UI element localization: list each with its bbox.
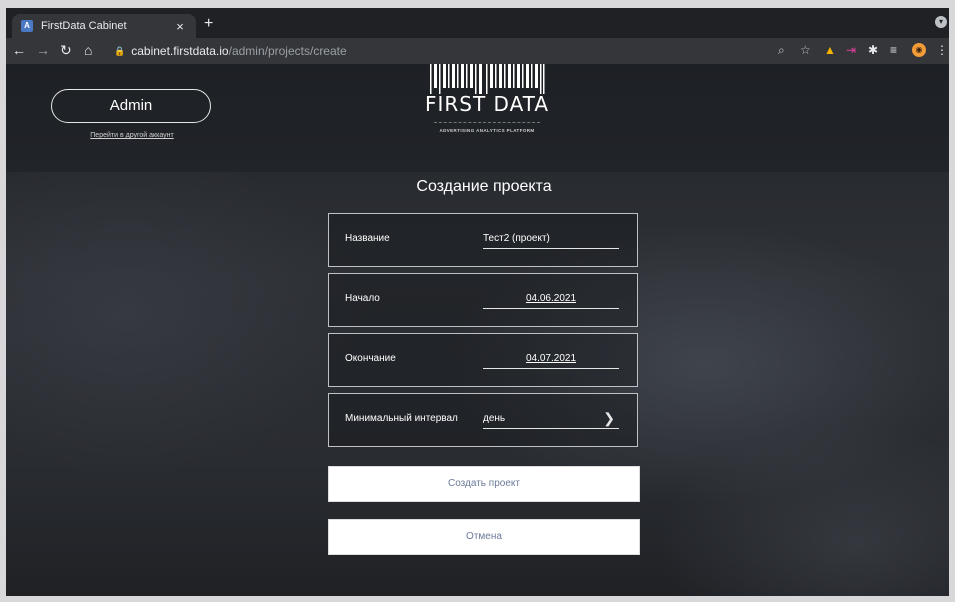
zoom-search-icon[interactable]: ⌕ xyxy=(778,42,785,58)
tab-title: FirstData Cabinet xyxy=(41,20,127,32)
field-label: Название xyxy=(345,233,390,244)
menu-kebab-icon[interactable]: ⋮ xyxy=(936,42,948,58)
field-label: Начало xyxy=(345,293,380,304)
start-date-input[interactable]: 04.06.2021 xyxy=(483,284,619,309)
new-tab-button[interactable]: + xyxy=(204,15,213,33)
profile-avatar-icon[interactable]: ◉ xyxy=(912,43,926,57)
min-interval-field: Минимальный интервал день ❯ xyxy=(328,393,638,447)
end-date-field: Окончание 04.07.2021 xyxy=(328,333,638,387)
cancel-button[interactable]: Отмена xyxy=(328,519,640,555)
barcode-logo-icon xyxy=(430,64,545,94)
drive-extension-icon[interactable]: ▲ xyxy=(824,42,836,58)
project-name-input[interactable]: Тест2 (проект) xyxy=(483,224,619,249)
start-date-field: Начало 04.06.2021 xyxy=(328,273,638,327)
logo-text: FIRST DATA xyxy=(424,92,550,116)
url-host: cabinet.firstdata.io xyxy=(131,44,229,58)
address-bar[interactable]: 🔒 cabinet.firstdata.io /admin/projects/c… xyxy=(114,40,784,62)
min-interval-value: день xyxy=(483,413,506,424)
field-label: Окончание xyxy=(345,353,396,364)
close-tab-icon[interactable]: × xyxy=(172,19,188,34)
extensions-puzzle-icon[interactable]: ✱ xyxy=(868,42,878,58)
first-data-logo: FIRST DATA ADVERTISING ANALYTICS PLATFOR… xyxy=(424,64,550,146)
switch-account-link[interactable]: Перейти в другой аккаунт xyxy=(51,132,213,139)
browser-tab[interactable]: A FirstData Cabinet × xyxy=(12,14,196,38)
lock-icon: 🔒 xyxy=(114,45,126,56)
back-arrow-icon[interactable]: ← xyxy=(12,42,26,58)
window-frame-bottom xyxy=(0,596,955,602)
logo-divider xyxy=(434,122,540,123)
field-label: Минимальный интервал xyxy=(345,413,458,424)
page-title: Создание проекта xyxy=(416,178,552,195)
forward-arrow-icon[interactable]: → xyxy=(36,42,50,58)
page-content: Admin Перейти в другой аккаунт FIRST DAT… xyxy=(6,64,949,596)
create-project-button[interactable]: Создать проект xyxy=(328,466,640,502)
reload-icon[interactable]: ↻ xyxy=(60,42,72,58)
tab-strip: A FirstData Cabinet × + ▾ xyxy=(6,8,949,38)
extension-arrow-icon[interactable]: ⇥ xyxy=(846,42,856,58)
chevron-right-icon: ❯ xyxy=(603,410,615,426)
min-interval-select[interactable]: день ❯ xyxy=(483,404,619,429)
url-path: /admin/projects/create xyxy=(228,44,347,58)
logo-subtitle: ADVERTISING ANALYTICS PLATFORM xyxy=(439,128,535,133)
end-date-input[interactable]: 04.07.2021 xyxy=(483,344,619,369)
reading-list-icon[interactable]: ≡ xyxy=(890,42,897,58)
window-frame-top xyxy=(0,0,955,8)
favicon-icon: A xyxy=(21,20,33,32)
bookmark-star-icon[interactable]: ☆ xyxy=(800,42,811,58)
account-button[interactable]: Admin xyxy=(51,89,211,123)
project-name-field: Название Тест2 (проект) xyxy=(328,213,638,267)
home-icon[interactable]: ⌂ xyxy=(84,42,92,58)
browser-toolbar: ← → ↻ ⌂ 🔒 cabinet.firstdata.io /admin/pr… xyxy=(6,38,949,64)
window-frame-right xyxy=(949,0,955,602)
tab-search-icon[interactable]: ▾ xyxy=(935,16,947,28)
